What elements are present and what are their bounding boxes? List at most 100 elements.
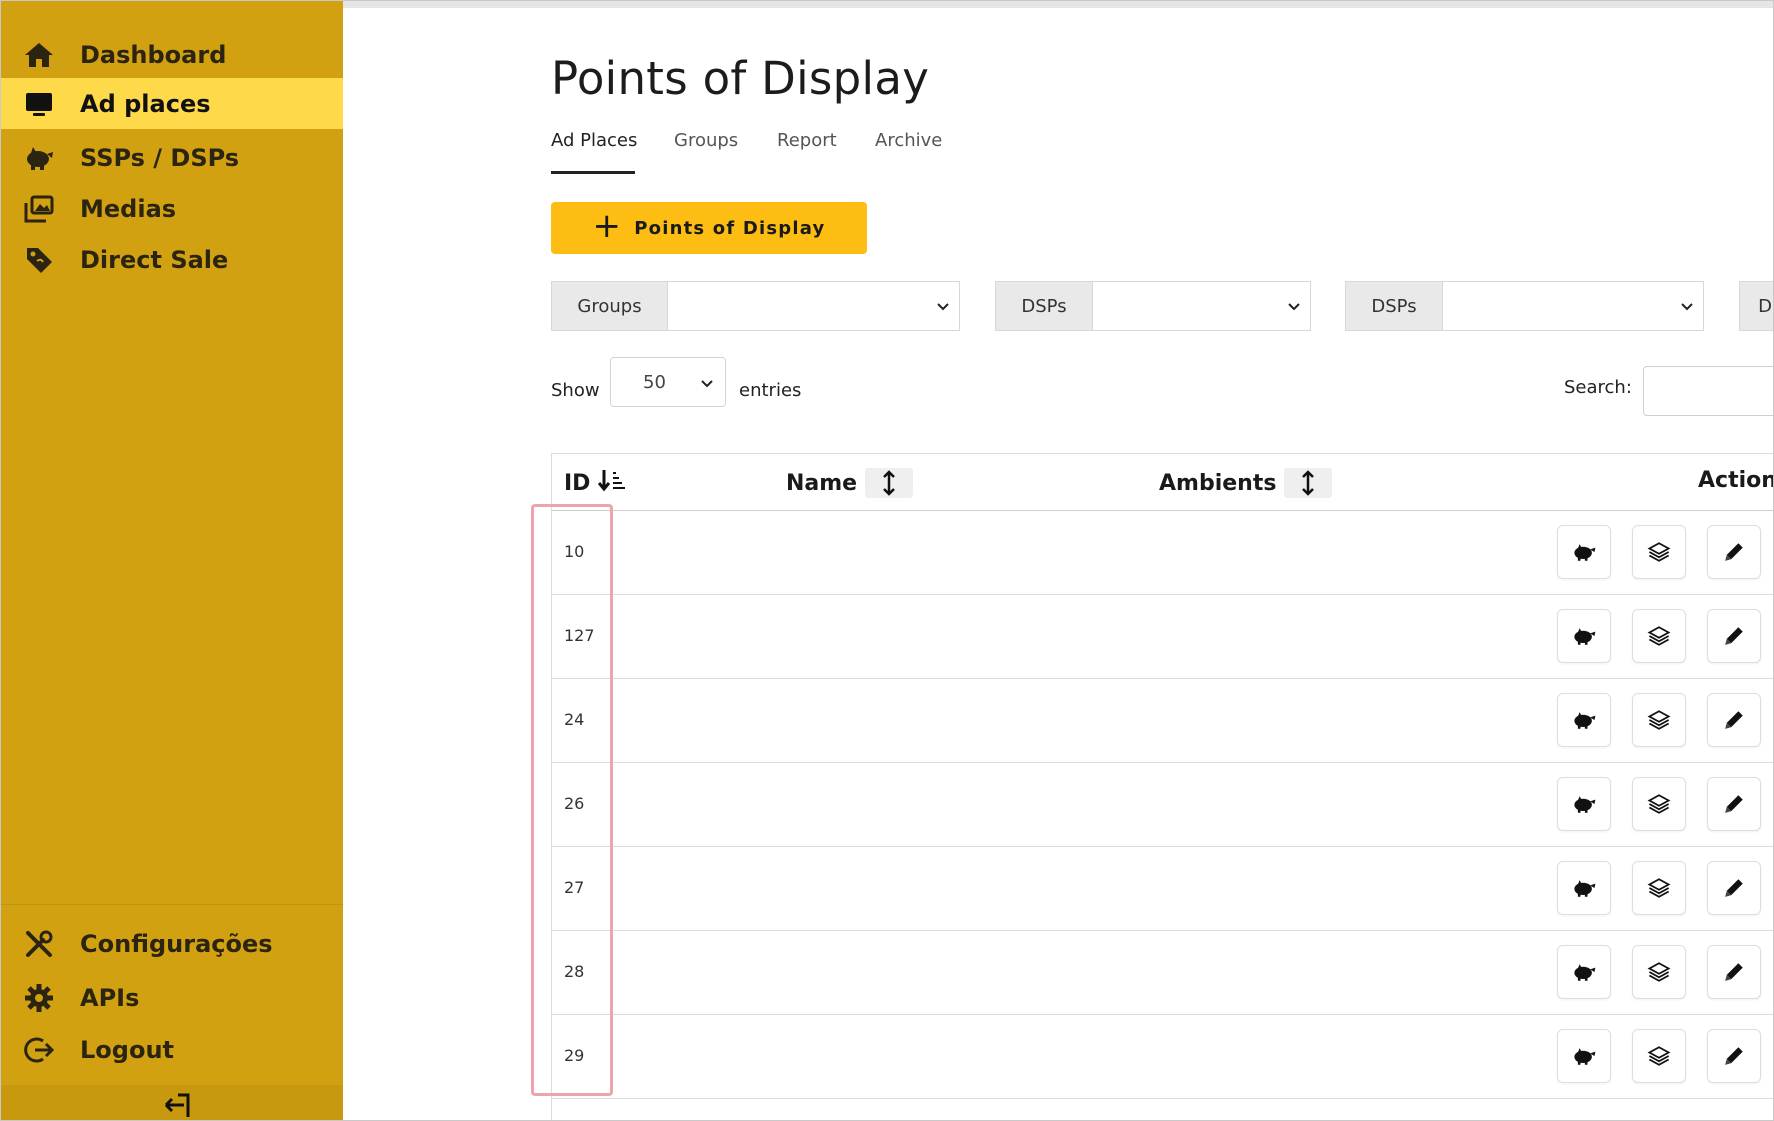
row-edit-button[interactable] — [1707, 945, 1761, 999]
sidebar-item-logout[interactable]: Logout — [0, 1024, 343, 1075]
table-header: ID Name Ambients Action — [552, 454, 1774, 511]
filter-partial: D — [1739, 281, 1774, 331]
row-edit-button[interactable] — [1707, 777, 1761, 831]
column-header-ambients[interactable]: Ambients — [1159, 468, 1333, 498]
pencil-icon — [1725, 711, 1743, 729]
cell-id: 29 — [564, 1046, 585, 1065]
tab-archive[interactable]: Archive — [875, 130, 942, 151]
gear-icon — [22, 981, 56, 1015]
sidebar-item-label: Medias — [80, 194, 177, 223]
page-title: Points of Display — [551, 52, 930, 105]
filter-dsps-1: DSPs — [995, 281, 1311, 331]
sidebar-item-direct-sale[interactable]: Direct Sale — [0, 234, 343, 285]
piggy-bank-icon — [1574, 880, 1596, 897]
plus-icon: + — [592, 206, 623, 246]
tab-ad-places[interactable]: Ad Places — [551, 130, 637, 151]
sidebar: Dashboard Ad places SSPs / DSPs Medias D… — [0, 0, 343, 1121]
piggy-bank-icon — [1574, 628, 1596, 645]
entries-label: entries — [739, 380, 802, 401]
layers-icon — [1647, 710, 1671, 730]
row-ssp-dsp-button[interactable] — [1557, 1029, 1611, 1083]
chevron-down-icon — [1288, 303, 1300, 311]
layers-icon — [1647, 878, 1671, 898]
sidebar-item-ad-places[interactable]: Ad places — [0, 78, 343, 129]
sidebar-item-label: Ad places — [80, 89, 211, 118]
logout-icon — [22, 1033, 56, 1067]
row-ssp-dsp-button[interactable] — [1557, 861, 1611, 915]
row-layers-button[interactable] — [1632, 1029, 1686, 1083]
filter-groups-select[interactable] — [668, 282, 959, 330]
cell-id: 127 — [564, 626, 595, 645]
entries-per-page-select[interactable]: 50 — [610, 357, 726, 407]
active-tab-indicator — [551, 171, 635, 174]
pencil-icon — [1725, 879, 1743, 897]
row-edit-button[interactable] — [1707, 609, 1761, 663]
piggy-bank-icon — [1574, 964, 1596, 981]
sort-ascending-icon — [598, 468, 626, 498]
row-layers-button[interactable] — [1632, 609, 1686, 663]
tab-groups[interactable]: Groups — [674, 130, 738, 151]
top-border — [343, 0, 1774, 8]
search-input[interactable] — [1643, 366, 1774, 416]
sort-icon — [1284, 468, 1333, 498]
sidebar-collapse-button[interactable] — [0, 1085, 343, 1121]
table-row: 26 — [552, 763, 1774, 847]
tab-report[interactable]: Report — [777, 130, 837, 151]
filter-dsps-2: DSPs — [1345, 281, 1704, 331]
points-table: ID Name Ambients Action 10 127 24 26 27 … — [551, 453, 1774, 1121]
row-layers-button[interactable] — [1632, 945, 1686, 999]
table-row: 28 — [552, 931, 1774, 1015]
table-row: 29 — [552, 1015, 1774, 1099]
pencil-icon — [1725, 1047, 1743, 1065]
piggy-bank-icon — [22, 141, 56, 175]
price-tag-icon — [22, 243, 56, 277]
pencil-icon — [1725, 543, 1743, 561]
row-ssp-dsp-button[interactable] — [1557, 777, 1611, 831]
filter-label: Groups — [552, 282, 668, 330]
show-label: Show — [551, 380, 600, 401]
search-label: Search: — [1564, 377, 1632, 398]
sidebar-item-label: SSPs / DSPs — [80, 143, 240, 172]
layers-icon — [1647, 626, 1671, 646]
pencil-icon — [1725, 795, 1743, 813]
column-header-name[interactable]: Name — [786, 468, 914, 498]
cell-id: 24 — [564, 710, 585, 729]
row-layers-button[interactable] — [1632, 777, 1686, 831]
sidebar-item-apis[interactable]: APIs — [0, 972, 343, 1023]
piggy-bank-icon — [1574, 544, 1596, 561]
filter-dsps-1-select[interactable] — [1093, 282, 1310, 330]
piggy-bank-icon — [1574, 1048, 1596, 1065]
sidebar-item-configuracoes[interactable]: Configurações — [0, 918, 343, 969]
add-point-of-display-button[interactable]: + Points of Display — [551, 202, 867, 254]
filter-label[interactable]: D — [1740, 282, 1774, 330]
layers-icon — [1647, 542, 1671, 562]
monitor-icon — [22, 87, 56, 121]
row-ssp-dsp-button[interactable] — [1557, 609, 1611, 663]
filter-dsps-2-select[interactable] — [1443, 282, 1703, 330]
sidebar-item-label: Dashboard — [80, 40, 227, 69]
layers-icon — [1647, 794, 1671, 814]
filter-groups: Groups — [551, 281, 960, 331]
sidebar-item-ssps-dsps[interactable]: SSPs / DSPs — [0, 132, 343, 183]
row-ssp-dsp-button[interactable] — [1557, 525, 1611, 579]
sidebar-item-dashboard[interactable]: Dashboard — [0, 29, 343, 80]
cell-id: 28 — [564, 962, 585, 981]
home-icon — [22, 38, 56, 72]
row-edit-button[interactable] — [1707, 861, 1761, 915]
column-header-id[interactable]: ID — [564, 468, 626, 498]
row-ssp-dsp-button[interactable] — [1557, 693, 1611, 747]
sidebar-item-label: Direct Sale — [80, 245, 229, 274]
sidebar-item-medias[interactable]: Medias — [0, 183, 343, 234]
row-layers-button[interactable] — [1632, 525, 1686, 579]
layers-icon — [1647, 1046, 1671, 1066]
row-edit-button[interactable] — [1707, 525, 1761, 579]
row-edit-button[interactable] — [1707, 1029, 1761, 1083]
entries-value: 50 — [643, 372, 666, 393]
layers-icon — [1647, 962, 1671, 982]
table-row: 27 — [552, 847, 1774, 931]
row-ssp-dsp-button[interactable] — [1557, 945, 1611, 999]
chevron-down-icon — [937, 303, 949, 311]
row-edit-button[interactable] — [1707, 693, 1761, 747]
row-layers-button[interactable] — [1632, 861, 1686, 915]
row-layers-button[interactable] — [1632, 693, 1686, 747]
